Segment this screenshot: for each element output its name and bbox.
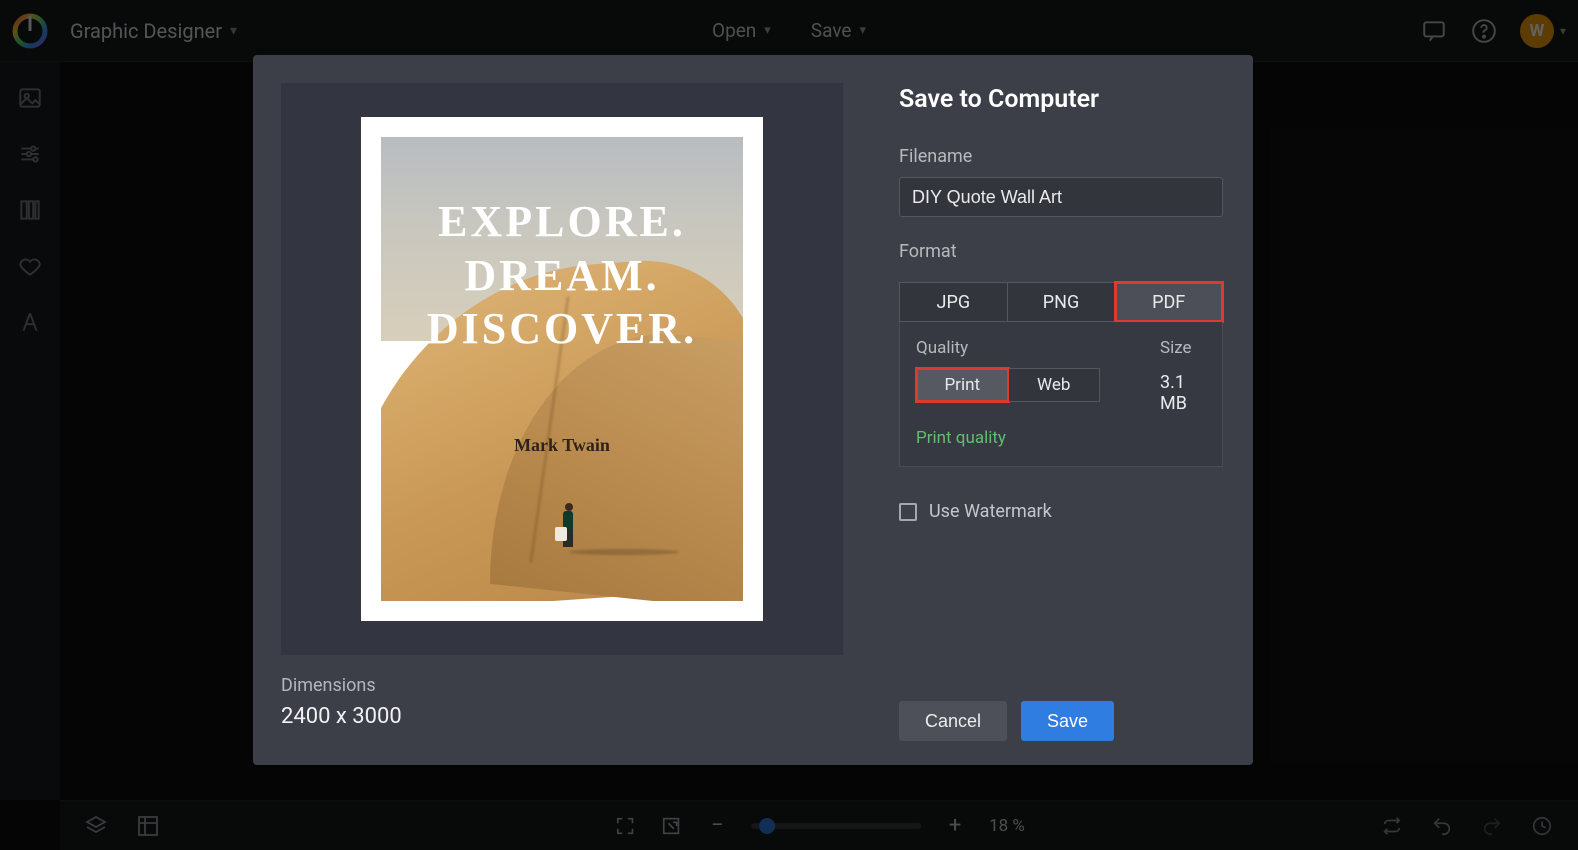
quality-hint: Print quality [916,428,1206,448]
quality-web-label: Web [1037,375,1070,395]
poster-author: Mark Twain [381,435,743,456]
dimensions-label: Dimensions [281,675,843,696]
dimensions-value: 2400 x 3000 [281,704,843,729]
preview-frame: EXPLORE. DREAM. DISCOVER. Mark Twain [281,83,843,655]
filename-input[interactable] [899,177,1223,217]
poster-line-3: DISCOVER. [381,302,743,356]
save-modal: EXPLORE. DREAM. DISCOVER. Mark Twain Dim… [253,55,1253,765]
checkbox-icon [899,503,917,521]
format-png-label: PNG [1043,292,1079,313]
format-jpg[interactable]: JPG [899,282,1008,322]
poster-preview: EXPLORE. DREAM. DISCOVER. Mark Twain [361,117,763,621]
quality-segmented: Print Web [916,368,1100,402]
format-pdf[interactable]: PDF [1115,282,1223,322]
size-value: 3.1 MB [1160,372,1206,414]
format-pdf-label: PDF [1152,292,1185,313]
watermark-label: Use Watermark [929,501,1052,522]
cancel-button[interactable]: Cancel [899,701,1007,741]
poster-line-2: DREAM. [381,249,743,303]
modal-title: Save to Computer [899,85,1225,114]
quality-print-label: Print [944,375,980,395]
pdf-options-panel: Quality Print Web Size 3.1 MB Print qual… [899,322,1223,467]
quality-print[interactable]: Print [916,368,1009,402]
size-label: Size [1160,338,1206,358]
save-button[interactable]: Save [1021,701,1114,741]
format-segmented: JPG PNG PDF [899,282,1223,322]
quality-label: Quality [916,338,1100,358]
format-png[interactable]: PNG [1008,282,1116,322]
walker-figure [558,503,578,547]
format-jpg-label: JPG [937,292,971,313]
watermark-checkbox[interactable]: Use Watermark [899,501,1225,522]
form-column: Save to Computer Filename Format JPG PNG… [871,55,1253,765]
poster-image: EXPLORE. DREAM. DISCOVER. Mark Twain [381,137,743,601]
format-label: Format [899,241,1225,262]
poster-line-1: EXPLORE. [381,195,743,249]
preview-column: EXPLORE. DREAM. DISCOVER. Mark Twain Dim… [253,55,871,765]
modal-actions: Cancel Save [899,701,1225,741]
filename-label: Filename [899,146,1225,167]
poster-text: EXPLORE. DREAM. DISCOVER. [381,195,743,356]
quality-web[interactable]: Web [1009,368,1101,402]
